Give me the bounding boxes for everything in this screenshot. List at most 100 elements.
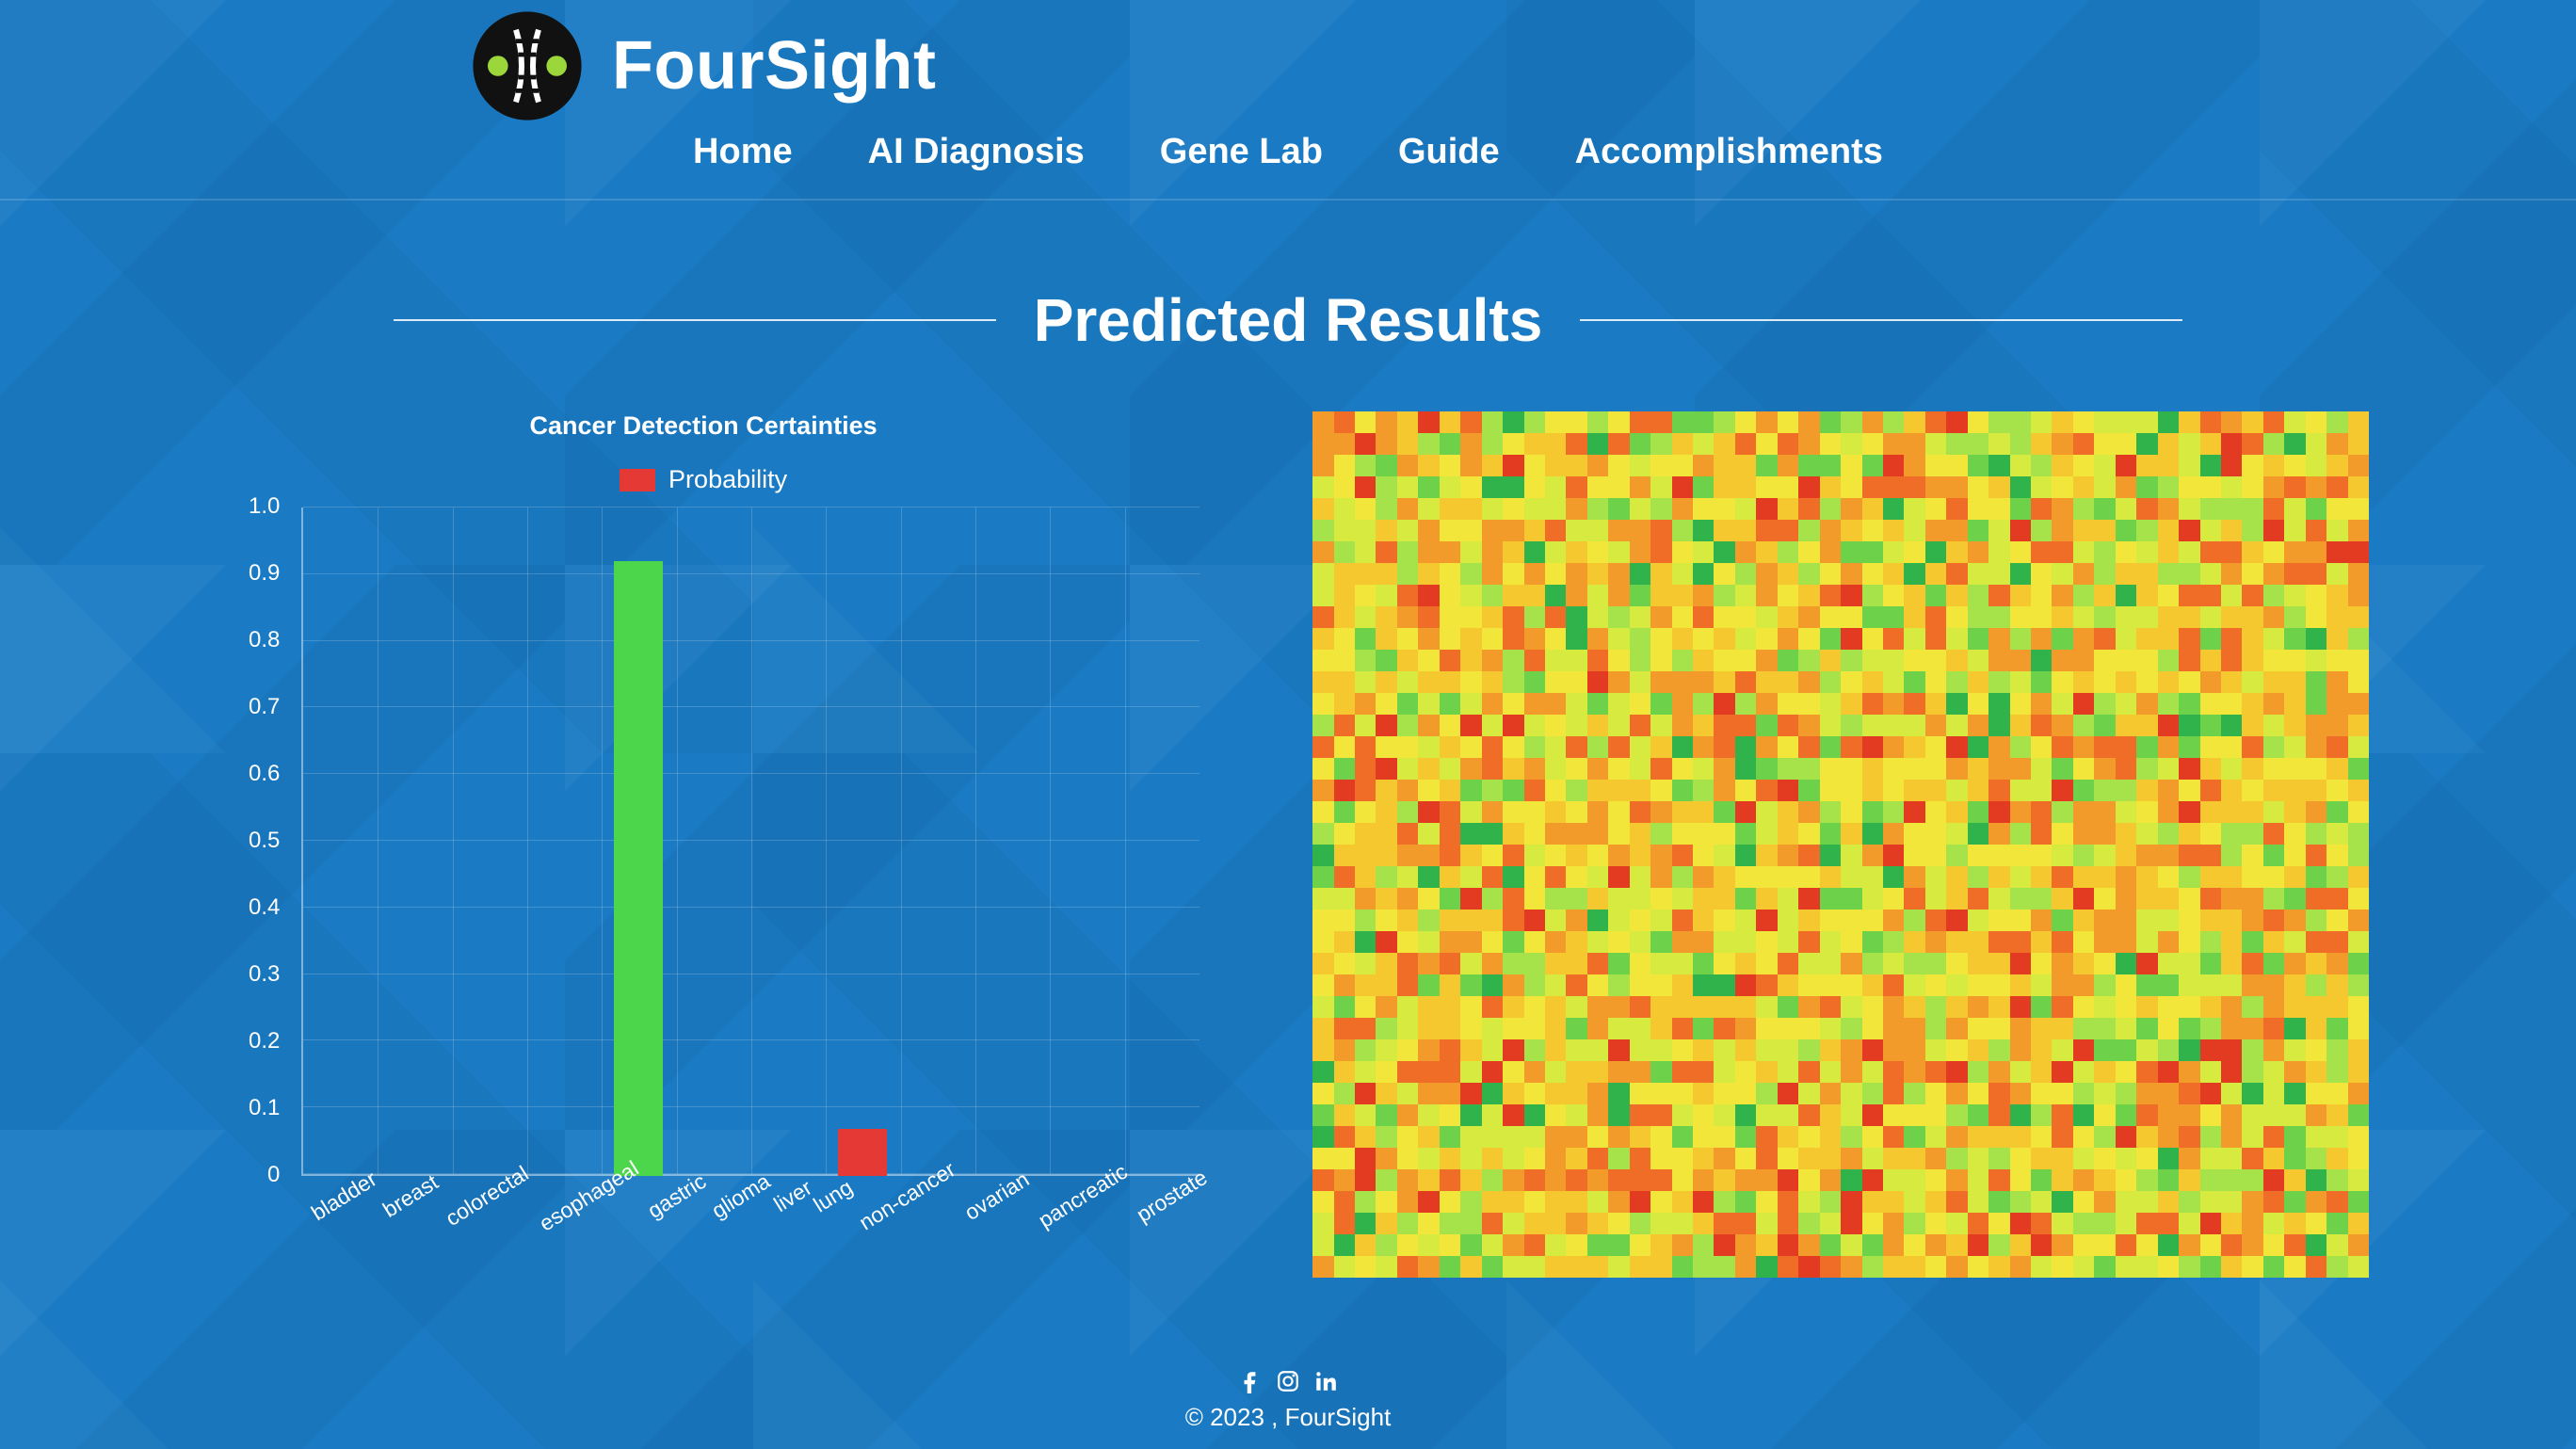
heatmap-cell: [2200, 433, 2221, 455]
heatmap-cell: [2031, 606, 2052, 628]
heatmap-cell: [2306, 1126, 2326, 1148]
heatmap-cell: [1862, 1126, 1883, 1148]
heatmap-cell: [2116, 1104, 2136, 1126]
heatmap-cell: [1334, 1018, 1355, 1039]
heatmap-cell: [1756, 845, 1777, 866]
heatmap-cell: [1904, 541, 1924, 563]
heatmap-cell: [1608, 1104, 1629, 1126]
heatmap-cell: [2010, 1169, 2031, 1191]
heatmap-cell: [1946, 845, 1967, 866]
heatmap-cell: [1355, 823, 1376, 845]
heatmap-cell: [1587, 1191, 1608, 1213]
heatmap-cell: [2136, 563, 2157, 585]
heatmap-cell: [1968, 888, 1988, 910]
nav-home[interactable]: Home: [693, 132, 793, 172]
heatmap-cell: [1714, 671, 1734, 693]
heatmap-cell: [1608, 455, 1629, 476]
heatmap-cell: [1925, 823, 1946, 845]
heatmap-cell: [1397, 411, 1418, 433]
heatmap-cell: [1397, 433, 1418, 455]
heatmap-cell: [2200, 1256, 2221, 1278]
heatmap-cell: [2052, 563, 2072, 585]
heatmap-cell: [1650, 1061, 1671, 1083]
heatmap-cell: [1756, 628, 1777, 650]
heatmap-cell: [2284, 541, 2305, 563]
heatmap-cell: [2263, 996, 2284, 1018]
heatmap-cell: [1397, 758, 1418, 780]
heatmap-cell: [1376, 780, 1396, 801]
heatmap-cell: [2179, 1169, 2199, 1191]
heatmap-cell: [1524, 476, 1545, 498]
heatmap-cell: [1988, 758, 2009, 780]
heatmap-cell: [1756, 1126, 1777, 1148]
heatmap-cell: [1418, 953, 1439, 974]
heatmap-cell: [1460, 433, 1481, 455]
heatmap-cell: [1714, 1083, 1734, 1104]
heatmap-cell: [2221, 1213, 2242, 1234]
heatmap-cell: [1440, 1234, 1460, 1256]
heatmap-cell: [1693, 1256, 1714, 1278]
linkedin-icon[interactable]: [1312, 1367, 1340, 1395]
heatmap-cell: [1714, 498, 1734, 520]
heatmap-cell: [2306, 866, 2326, 888]
heatmap-cell: [2348, 1234, 2369, 1256]
heatmap-cell: [1440, 1191, 1460, 1213]
heatmap-cell: [2031, 1148, 2052, 1169]
heatmap-cell: [1630, 910, 1650, 931]
facebook-icon[interactable]: [1236, 1367, 1264, 1395]
heatmap-cell: [1312, 1148, 1333, 1169]
heatmap-cell: [1925, 628, 1946, 650]
heatmap-cell: [1418, 693, 1439, 715]
heatmap-cell: [1904, 931, 1924, 953]
heatmap-cell: [2116, 758, 2136, 780]
heatmap-cell: [1608, 866, 1629, 888]
heatmap-cell: [1312, 1191, 1333, 1213]
heatmap-cell: [2284, 498, 2305, 520]
heatmap-cell: [1714, 758, 1734, 780]
heatmap-cell: [2242, 736, 2262, 758]
heatmap-cell: [1904, 520, 1924, 541]
heatmap-cell: [1376, 1148, 1396, 1169]
heatmap-cell: [1630, 1104, 1650, 1126]
nav-ai[interactable]: AI Diagnosis: [868, 132, 1085, 172]
heatmap-cell: [2306, 693, 2326, 715]
heatmap-cell: [1904, 498, 1924, 520]
nav-gene[interactable]: Gene Lab: [1160, 132, 1323, 172]
heatmap-cell: [2306, 1104, 2326, 1126]
heatmap-cell: [1820, 476, 1841, 498]
heatmap-cell: [1482, 845, 1503, 866]
heatmap-cell: [1841, 498, 1861, 520]
heatmap-cell: [1503, 823, 1523, 845]
nav-guide[interactable]: Guide: [1398, 132, 1500, 172]
heatmap-cell: [1630, 801, 1650, 823]
heatmap-cell: [1355, 1234, 1376, 1256]
heatmap-cell: [2010, 650, 2031, 671]
heatmap-cell: [1988, 476, 2009, 498]
heatmap-cell: [1798, 1126, 1819, 1148]
heatmap-cell: [2284, 866, 2305, 888]
heatmap-cell: [2306, 931, 2326, 953]
heatmap-cell: [1714, 541, 1734, 563]
heatmap-cell: [2073, 1104, 2094, 1126]
instagram-icon[interactable]: [1274, 1367, 1302, 1395]
nav-accomp[interactable]: Accomplishments: [1575, 132, 1883, 172]
heatmap-cell: [1482, 823, 1503, 845]
heatmap-cell: [1608, 888, 1629, 910]
heatmap-cell: [2306, 1061, 2326, 1083]
heatmap-cell: [1376, 736, 1396, 758]
heatmap-cell: [2200, 411, 2221, 433]
heatmap-cell: [1482, 974, 1503, 996]
heatmap-cell: [1587, 541, 1608, 563]
heatmap-cell: [1798, 1039, 1819, 1061]
heatmap-cell: [1482, 715, 1503, 736]
heatmap-cell: [1460, 736, 1481, 758]
heatmap-cell: [1883, 780, 1904, 801]
heatmap-cell: [1397, 606, 1418, 628]
heatmap-cell: [1778, 1018, 1798, 1039]
heatmap-cell: [1418, 433, 1439, 455]
heatmap-cell: [2158, 823, 2179, 845]
heatmap-cell: [1778, 433, 1798, 455]
heatmap-cell: [2073, 585, 2094, 606]
heatmap-cell: [1778, 1234, 1798, 1256]
heatmap-cell: [2221, 606, 2242, 628]
